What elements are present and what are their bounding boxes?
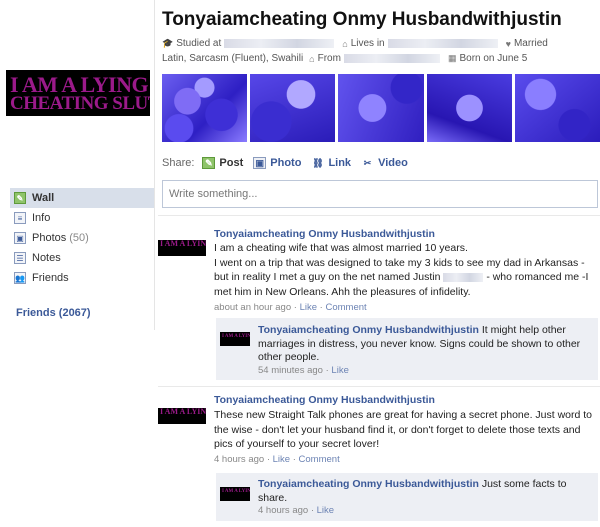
wall-story: I AM A LYING Tonyaiamcheating Onmy Husba… <box>158 392 600 472</box>
comment-meta: 54 minutes ago · Like <box>258 365 349 376</box>
share-link-button[interactable]: ⛓ Link <box>311 157 351 169</box>
profile-photo-thumb[interactable] <box>338 74 424 142</box>
birthday: Born on June 5 <box>459 53 528 64</box>
comment-timestamp: 4 hours ago <box>258 505 309 516</box>
left-column: I AM A LYING CHEATING SLUT ✎ Wall ≡ Info… <box>0 0 155 527</box>
share-label: Share: <box>162 157 195 169</box>
comment-like-link[interactable]: Like <box>331 365 348 376</box>
nav-item-label: Photos <box>32 232 67 244</box>
cake-icon: ▦ <box>447 53 457 63</box>
column-divider <box>154 0 155 330</box>
redacted-school <box>224 39 335 48</box>
avatar-text: I AM A LYING <box>160 240 206 248</box>
share-photo-button[interactable]: ▣ Photo <box>253 157 301 169</box>
info-icon: ≡ <box>14 212 26 224</box>
like-link[interactable]: Like <box>273 454 290 465</box>
profile-nav: ✎ Wall ≡ Info ▣ Photos (50) ☰ Notes 👥 Fr… <box>10 188 154 288</box>
video-icon: ✂ <box>363 157 372 168</box>
share-post-label: Post <box>219 157 244 169</box>
divider <box>158 215 600 216</box>
comment-text: Tonyaiamcheating Onmy Husbandwithjustin … <box>258 478 594 505</box>
divider <box>158 386 600 387</box>
profile-picture-text-line2: CHEATING SLUT <box>10 93 150 114</box>
graduation-cap-icon: 🎓 <box>162 38 174 48</box>
redacted-city <box>387 39 498 48</box>
nav-item-label: Info <box>32 212 51 224</box>
share-bar: Share: ✎ Post ▣ Photo ⛓ Link ✂ Video <box>162 157 418 169</box>
nav-item-photos[interactable]: ▣ Photos (50) <box>10 228 154 248</box>
profile-name: Tonyaiamcheating Onmy Husbandwithjustin <box>162 9 562 30</box>
nav-item-friends[interactable]: 👥 Friends <box>10 268 154 288</box>
lives-label: Lives in <box>350 38 385 49</box>
studied-label: Studied at <box>176 38 222 49</box>
story-text-line: met him in New Orleans. Ahh the pleasure… <box>214 285 471 298</box>
heart-icon: ♥ <box>505 38 511 49</box>
nav-item-wall[interactable]: ✎ Wall <box>10 188 154 208</box>
profile-picture[interactable]: I AM A LYING CHEATING SLUT <box>6 70 150 116</box>
comment-avatar[interactable]: I AM A LYING <box>220 332 250 346</box>
share-link-label: Link <box>328 157 352 169</box>
profile-photo-thumb[interactable] <box>162 74 248 142</box>
photo-icon: ▣ <box>253 157 267 169</box>
story-meta: about an hour ago · Like · Comment <box>214 302 367 313</box>
story-meta: 4 hours ago · Like · Comment <box>214 454 340 465</box>
share-video-button[interactable]: ✂ Video <box>361 157 408 169</box>
comment-author[interactable]: Tonyaiamcheating Onmy Husbandwithjustin <box>258 324 479 336</box>
story-avatar[interactable]: I AM A LYING <box>158 240 206 256</box>
info-row-2: Latin, Sarcasm (Fluent), Swahili ⌂ From … <box>162 53 527 64</box>
story-author[interactable]: Tonyaiamcheating Onmy Husbandwithjustin <box>214 394 435 406</box>
profile-photo-thumb[interactable] <box>514 74 600 142</box>
story-avatar[interactable]: I AM A LYING <box>158 408 206 424</box>
redacted-hometown <box>343 54 440 63</box>
comment-author[interactable]: Tonyaiamcheating Onmy Husbandwithjustin <box>258 478 479 490</box>
relationship-status: Married <box>513 38 548 49</box>
nav-item-notes[interactable]: ☰ Notes <box>10 248 154 268</box>
comment-avatar[interactable]: I AM A LYING <box>220 487 250 501</box>
story-text: I am a cheating wife that was almost mar… <box>214 241 598 299</box>
profile-photo-thumb[interactable] <box>250 74 336 142</box>
story-text-line: but in reality I met a guy on the net na… <box>214 271 589 283</box>
story-timestamp[interactable]: 4 hours ago <box>214 454 264 465</box>
story-timestamp[interactable]: about an hour ago <box>214 302 291 313</box>
info-row-1: 🎓 Studied at ⌂ Lives in ♥ Married <box>162 38 548 49</box>
wall-composer-input[interactable]: Write something... <box>162 180 598 208</box>
comment-box: I AM A LYING Tonyaiamcheating Onmy Husba… <box>216 473 598 521</box>
photos-icon: ▣ <box>14 232 26 244</box>
comment-link[interactable]: Comment <box>325 302 366 313</box>
comment-timestamp: 54 minutes ago <box>258 365 323 376</box>
composer-placeholder: Write something... <box>169 188 258 200</box>
languages: Latin, Sarcasm (Fluent), Swahili <box>162 53 304 64</box>
notes-icon: ☰ <box>14 252 26 264</box>
link-icon: ⛓ <box>312 157 324 168</box>
from-label: From <box>317 53 341 64</box>
nav-item-label: Wall <box>32 192 55 204</box>
comment-meta: 4 hours ago · Like <box>258 505 335 516</box>
comment-like-link[interactable]: Like <box>317 505 334 516</box>
friends-icon: 👥 <box>14 272 26 284</box>
comment-box: I AM A LYING Tonyaiamcheating Onmy Husba… <box>216 318 598 380</box>
profile-photo-thumb[interactable] <box>426 74 512 142</box>
like-link[interactable]: Like <box>300 302 317 313</box>
redacted-name <box>443 272 484 282</box>
share-video-label: Video <box>378 157 408 169</box>
nav-item-info[interactable]: ≡ Info <box>10 208 154 228</box>
post-icon: ✎ <box>202 157 216 169</box>
home-icon: ⌂ <box>309 53 315 64</box>
home-icon: ⌂ <box>342 38 348 49</box>
nav-item-label: Friends <box>32 272 69 284</box>
wall-icon: ✎ <box>14 192 26 204</box>
photos-count: (50) <box>69 232 89 244</box>
story-text-line: I went on a trip that was designed to ta… <box>214 256 585 269</box>
share-post-button[interactable]: ✎ Post <box>202 157 243 169</box>
photo-strip <box>162 74 600 142</box>
comment-link[interactable]: Comment <box>299 454 340 465</box>
nav-item-label: Notes <box>32 252 61 264</box>
story-text: These new Straight Talk phones are great… <box>214 409 593 450</box>
share-photo-label: Photo <box>270 157 302 169</box>
friends-count-link[interactable]: Friends (2067) <box>16 307 91 319</box>
story-text-line: I am a cheating wife that was almost mar… <box>214 242 468 254</box>
story-author[interactable]: Tonyaiamcheating Onmy Husbandwithjustin <box>214 228 435 240</box>
comment-text: Tonyaiamcheating Onmy Husbandwithjustin … <box>258 324 594 365</box>
